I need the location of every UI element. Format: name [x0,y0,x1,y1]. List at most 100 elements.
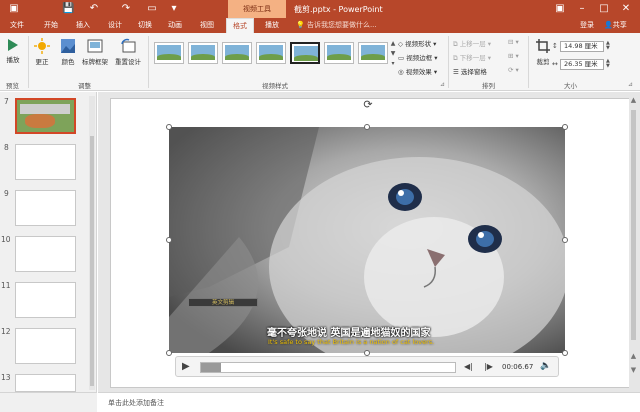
slide-thumb[interactable] [15,374,76,392]
video-style-thumb[interactable] [358,42,388,64]
border-icon: ▭ [398,54,407,62]
thumbnail-scrollbar[interactable] [89,96,95,390]
customize-icon[interactable]: ▾ [168,3,180,15]
group-divider [148,36,149,88]
height-input[interactable]: 14.98 厘米 [560,41,604,52]
undo-icon[interactable]: ↶ [88,3,100,15]
slide-scrollbar[interactable] [629,96,638,390]
slide-thumb[interactable] [15,328,76,364]
tab-file[interactable]: 文件 [10,20,24,31]
rotate-handle-icon[interactable]: ⟳ [362,99,374,111]
disk-icon[interactable]: 💾 [62,3,74,15]
slide-number: 11 [1,281,11,290]
play-icon[interactable]: ▶ [182,361,194,373]
selection-pane-button[interactable]: ☰ 选择窗格 [453,66,487,76]
cat-video-image [169,127,565,353]
subtitle-english: It's safe to say that Britain is a natio… [268,338,435,346]
play-button[interactable]: 播放 [4,38,22,64]
slide-number: 12 [1,327,11,336]
slide-thumb[interactable] [15,190,76,226]
group-label-arrange: 排列 [482,82,495,90]
tell-me-search[interactable]: 💡 告诉我您想要做什么... [296,20,377,31]
video-style-thumb-selected[interactable] [290,42,320,64]
tab-animations[interactable]: 动画 [168,20,182,31]
present-icon[interactable]: ▭ [146,3,158,15]
width-icon: ↔ [552,60,558,68]
reset-icon [121,38,136,53]
ribbon: 播放 预览 更正 颜色 标牌框架 重置设计 调整 ▲ ▼ ▾ 视频样式 ◇ 视频形状… [0,33,640,91]
crop-icon [536,39,550,53]
maximize-icon[interactable]: □ [598,2,610,15]
resize-handle[interactable] [562,124,568,130]
slide-number: 13 [1,373,11,382]
reset-design-button[interactable]: 重置设计 [112,38,144,66]
video-frame[interactable]: 英文剪辑 [169,127,565,353]
tab-view[interactable]: 视图 [200,20,214,31]
resize-handle[interactable] [166,237,172,243]
bring-forward-button[interactable]: ⧉ 上移一层 ▾ [453,38,491,49]
video-style-thumb[interactable] [324,42,354,64]
lightbulb-icon: 💡 [296,21,307,29]
progress-bar[interactable] [200,362,456,373]
group-divider [528,36,529,88]
slide-thumb[interactable] [15,236,76,272]
send-backward-icon: ⧉ [453,54,460,62]
close-icon[interactable]: ✕ [620,2,632,15]
save-icon[interactable]: ▣ [8,3,20,15]
tab-format[interactable]: 格式 [226,18,254,33]
slide-thumb[interactable] [15,282,76,318]
corrections-button[interactable]: 更正 [32,38,52,66]
video-style-thumb[interactable] [256,42,286,64]
sun-icon [34,38,50,54]
restore-ribbon-icon[interactable]: ▣ [554,2,566,15]
slide-thumb-selected[interactable] [15,98,76,134]
tab-home[interactable]: 开始 [44,20,58,31]
align-icon[interactable]: ⊟ ▾ [508,38,519,46]
video-style-thumb[interactable] [188,42,218,64]
share-button[interactable]: 👤共享 [604,20,627,31]
video-playback-controls: ▶ ◀| |▶ 00:06.67 🔈 [175,356,559,377]
video-effects-button[interactable]: ◎ 视频效果 ▾ [398,66,437,76]
width-spinner-icon[interactable]: ▲ ▼ [606,59,610,69]
subtitle-chinese: 毫不夸张地说 英国是遍地猫奴的国家 [267,328,431,339]
rotate-icon[interactable]: ⟳ ▾ [508,66,519,74]
scroll-down-icon[interactable]: ▼ [629,366,638,375]
height-spinner-icon[interactable]: ▲ ▼ [606,41,610,51]
login-link[interactable]: 登录 [580,20,594,31]
video-style-thumb[interactable] [222,42,252,64]
skip-forward-icon[interactable]: |▶ [484,362,493,371]
resize-handle[interactable] [364,124,370,130]
crop-button[interactable]: 裁剪 [532,38,554,66]
tab-design[interactable]: 设计 [108,20,122,31]
resize-handle[interactable] [166,350,172,356]
scrollbar-thumb[interactable] [631,110,636,340]
poster-frame-button[interactable]: 标牌框架 [82,38,108,66]
tab-insert[interactable]: 插入 [76,20,90,31]
video-style-thumb[interactable] [154,42,184,64]
tab-playback[interactable]: 播放 [265,20,279,31]
resize-handle[interactable] [562,350,568,356]
color-button[interactable]: 颜色 [58,38,78,66]
scroll-up-icon[interactable]: ▲ [629,352,638,361]
resize-handle[interactable] [166,124,172,130]
video-border-button[interactable]: ▭ 视频边框 ▾ [398,52,438,62]
width-input[interactable]: 26.35 厘米 [560,59,604,70]
play-icon [8,39,18,51]
scrollbar-thumb[interactable] [90,136,94,386]
scroll-up-icon[interactable]: ▲ [629,96,638,105]
tab-transitions[interactable]: 切换 [138,20,152,31]
minimize-icon[interactable]: – [576,2,588,15]
slide-thumb[interactable] [15,144,76,180]
notes-pane[interactable]: 单击此处添加备注 [98,392,640,412]
dialog-launcher-icon[interactable]: ⊿ [440,81,445,88]
skip-back-icon[interactable]: ◀| [464,362,473,371]
volume-icon[interactable]: 🔈 [540,361,551,371]
redo-icon[interactable]: ↷ [120,3,132,15]
title-bar: ▣ 💾 ↶ ↷ ▭ ▾ 视频工具 截剪.pptx - PowerPoint ▣ … [0,0,640,18]
send-backward-button[interactable]: ⧉ 下移一层 ▾ [453,52,491,63]
video-shape-button[interactable]: ◇ 视频形状 ▾ [398,38,436,48]
group-icon[interactable]: ⊞ ▾ [508,52,519,60]
size-dialog-launcher-icon[interactable]: ⊿ [628,81,633,88]
resize-handle[interactable] [562,237,568,243]
gallery-scroll[interactable]: ▲ ▼ ▾ [389,39,397,69]
